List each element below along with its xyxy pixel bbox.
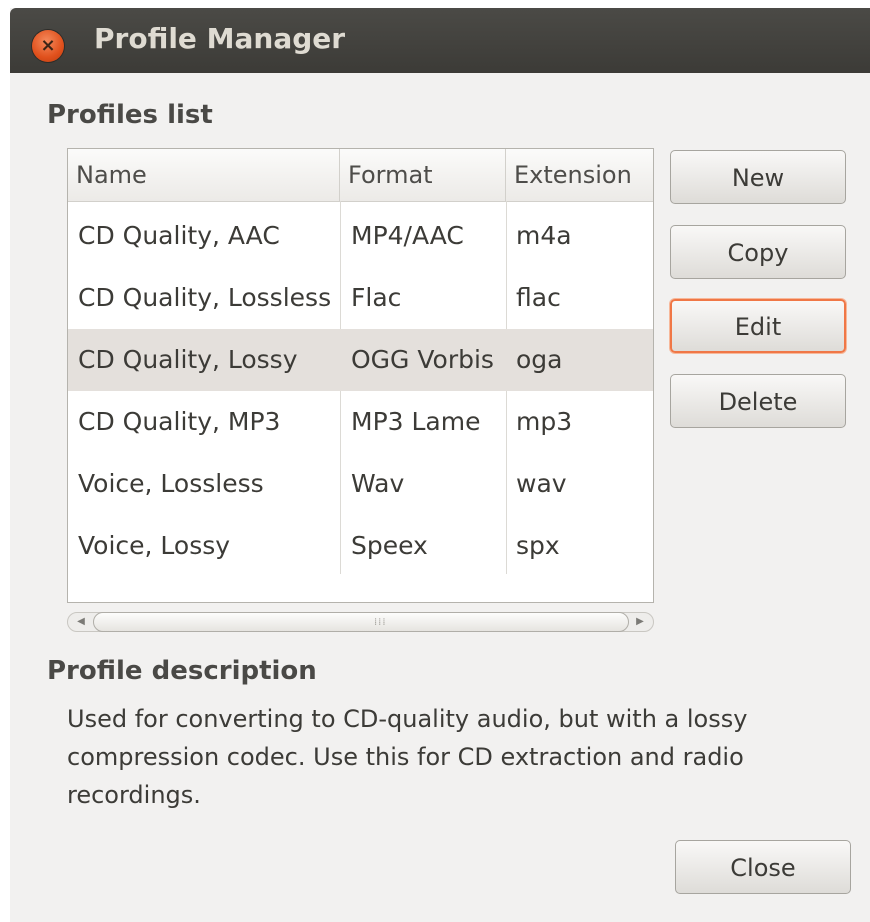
profiles-table[interactable]: Name Format Extension CD Quality, AAC MP…	[67, 148, 654, 603]
profile-description-heading: Profile description	[47, 656, 317, 686]
scrollbar-thumb[interactable]: ⁞⁞⁞	[93, 612, 629, 632]
scroll-left-arrow-icon[interactable]: ◀	[71, 612, 91, 632]
table-row[interactable]: CD Quality, MP3 MP3 Lame mp3	[68, 391, 653, 453]
table-row-selected[interactable]: CD Quality, Lossy OGG Vorbis oga	[68, 329, 653, 391]
table-row[interactable]: CD Quality, AAC MP4/AAC m4a	[68, 205, 653, 267]
cell-extension: oga	[516, 345, 563, 374]
cell-extension: m4a	[516, 221, 572, 250]
cell-extension: mp3	[516, 407, 573, 436]
grip-icon: ⁞⁞⁞	[374, 617, 387, 628]
copy-button[interactable]: Copy	[670, 225, 846, 279]
window-title: Profile Manager	[94, 22, 346, 55]
window-close-button[interactable]: ×	[32, 30, 64, 62]
cell-name: CD Quality, Lossless	[78, 283, 332, 312]
profile-manager-window: × Profile Manager Profiles list Name For…	[10, 8, 870, 922]
cell-name: Voice, Lossy	[78, 531, 231, 560]
cell-name: CD Quality, Lossy	[78, 345, 298, 374]
new-button[interactable]: New	[670, 150, 846, 204]
scroll-right-arrow-icon[interactable]: ▶	[630, 612, 650, 632]
table-row[interactable]: Voice, Lossless Wav wav	[68, 453, 653, 515]
profiles-list-heading: Profiles list	[47, 100, 213, 130]
cell-name: CD Quality, MP3	[78, 407, 281, 436]
delete-button[interactable]: Delete	[670, 374, 846, 428]
title-bar: × Profile Manager	[10, 8, 870, 73]
horizontal-scrollbar[interactable]: ◀ ⁞⁞⁞ ▶	[67, 610, 654, 634]
cell-format: OGG Vorbis	[351, 345, 494, 374]
close-button[interactable]: Close	[675, 840, 851, 894]
cell-format: MP3 Lame	[351, 407, 481, 436]
column-header-extension[interactable]: Extension	[506, 149, 653, 201]
cell-extension: spx	[516, 531, 560, 560]
cell-format: MP4/AAC	[351, 221, 464, 250]
profile-description-text: Used for converting to CD-quality audio,…	[67, 705, 748, 809]
cell-format: Flac	[351, 283, 402, 312]
close-icon: ×	[40, 35, 56, 56]
column-header-name[interactable]: Name	[68, 149, 340, 201]
column-header-format[interactable]: Format	[340, 149, 506, 201]
table-row[interactable]: Voice, Lossy Speex spx	[68, 515, 653, 577]
cell-extension: flac	[516, 283, 561, 312]
cell-format: Wav	[351, 469, 405, 498]
table-header: Name Format Extension	[68, 149, 653, 202]
cell-extension: wav	[516, 469, 567, 498]
table-row[interactable]: CD Quality, Lossless Flac flac	[68, 267, 653, 329]
cell-format: Speex	[351, 531, 428, 560]
cell-name: CD Quality, AAC	[78, 221, 280, 250]
edit-button[interactable]: Edit	[670, 299, 846, 353]
cell-name: Voice, Lossless	[78, 469, 264, 498]
